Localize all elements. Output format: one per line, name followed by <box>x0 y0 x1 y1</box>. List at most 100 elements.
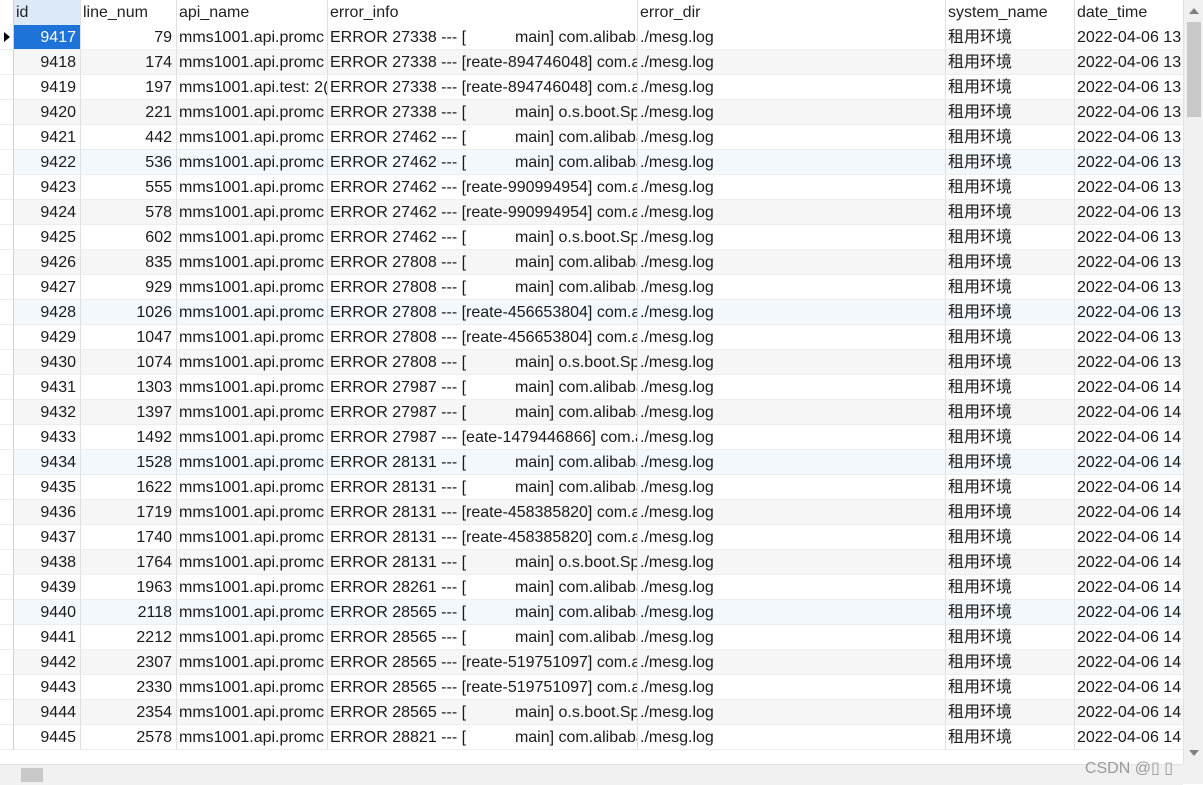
cell-id[interactable]: 9417 <box>14 25 81 50</box>
cell-error-dir[interactable]: ./mesg.log <box>638 475 946 500</box>
cell-error-info[interactable]: ERROR 28131 --- [ main] com.alibaba <box>328 475 638 500</box>
cell-api-name[interactable]: mms1001.api.promc <box>177 700 328 725</box>
cell-date-time[interactable]: 2022-04-06 14 <box>1075 500 1183 525</box>
table-row[interactable]: 9436 1719 mms1001.api.promc ERROR 28131 ---… <box>0 500 1183 525</box>
table-row[interactable]: 9418 174 mms1001.api.promc ERROR 27338 --- … <box>0 50 1183 75</box>
cell-date-time[interactable]: 2022-04-06 14 <box>1075 525 1183 550</box>
cell-error-info[interactable]: ERROR 27808 --- [ main] com.alibaba <box>328 250 638 275</box>
cell-date-time[interactable]: 2022-04-06 14 <box>1075 400 1183 425</box>
cell-error-dir[interactable]: ./mesg.log <box>638 100 946 125</box>
cell-id[interactable]: 9418 <box>14 50 81 75</box>
cell-system-name[interactable]: 租用环境 <box>946 125 1075 150</box>
cell-id[interactable]: 9444 <box>14 700 81 725</box>
table-row[interactable]: 9442 2307 mms1001.api.promc ERROR 28565 ---… <box>0 650 1183 675</box>
cell-id[interactable]: 9431 <box>14 375 81 400</box>
cell-line-num[interactable]: 1074 <box>81 350 177 375</box>
cell-system-name[interactable]: 租用环境 <box>946 425 1075 450</box>
cell-api-name[interactable]: mms1001.api.promc <box>177 250 328 275</box>
cell-api-name[interactable]: mms1001.api.promc <box>177 550 328 575</box>
cell-error-info[interactable]: ERROR 27808 --- [reate-456653804] com.a <box>328 300 638 325</box>
cell-api-name[interactable]: mms1001.api.promc <box>177 675 328 700</box>
cell-id[interactable]: 9445 <box>14 725 81 750</box>
horizontal-scroll-thumb[interactable] <box>21 768 43 782</box>
cell-id[interactable]: 9440 <box>14 600 81 625</box>
table-row[interactable]: 9445 2578 mms1001.api.promc ERROR 28821 ---… <box>0 725 1183 750</box>
column-header-error-dir[interactable]: error_dir <box>638 0 946 25</box>
cell-error-info[interactable]: ERROR 27808 --- [ main] com.alibaba <box>328 275 638 300</box>
cell-id[interactable]: 9425 <box>14 225 81 250</box>
cell-error-dir[interactable]: ./mesg.log <box>638 550 946 575</box>
cell-error-dir[interactable]: ./mesg.log <box>638 300 946 325</box>
cell-system-name[interactable]: 租用环境 <box>946 525 1075 550</box>
cell-system-name[interactable]: 租用环境 <box>946 500 1075 525</box>
table-row[interactable]: 9437 1740 mms1001.api.promc ERROR 28131 ---… <box>0 525 1183 550</box>
cell-date-time[interactable]: 2022-04-06 14 <box>1075 450 1183 475</box>
cell-error-info[interactable]: ERROR 27338 --- [ main] com.alibaba <box>328 25 638 50</box>
cell-line-num[interactable]: 1719 <box>81 500 177 525</box>
cell-error-dir[interactable]: ./mesg.log <box>638 575 946 600</box>
cell-system-name[interactable]: 租用环境 <box>946 100 1075 125</box>
row-indicator[interactable] <box>0 700 14 725</box>
cell-system-name[interactable]: 租用环境 <box>946 450 1075 475</box>
row-indicator[interactable] <box>0 525 14 550</box>
cell-error-dir[interactable]: ./mesg.log <box>638 200 946 225</box>
cell-api-name[interactable]: mms1001.api.promc <box>177 25 328 50</box>
row-indicator[interactable] <box>0 250 14 275</box>
cell-system-name[interactable]: 租用环境 <box>946 600 1075 625</box>
cell-date-time[interactable]: 2022-04-06 13 <box>1075 50 1183 75</box>
cell-error-info[interactable]: ERROR 27462 --- [reate-990994954] com.a <box>328 200 638 225</box>
cell-line-num[interactable]: 1528 <box>81 450 177 475</box>
cell-error-dir[interactable]: ./mesg.log <box>638 525 946 550</box>
cell-id[interactable]: 9436 <box>14 500 81 525</box>
cell-api-name[interactable]: mms1001.api.promc <box>177 600 328 625</box>
cell-date-time[interactable]: 2022-04-06 13 <box>1075 100 1183 125</box>
table-row[interactable]: 9434 1528 mms1001.api.promc ERROR 28131 ---… <box>0 450 1183 475</box>
cell-system-name[interactable]: 租用环境 <box>946 150 1075 175</box>
cell-error-dir[interactable]: ./mesg.log <box>638 25 946 50</box>
table-row[interactable]: 9427 929 mms1001.api.promc ERROR 27808 --- … <box>0 275 1183 300</box>
horizontal-scrollbar[interactable] <box>0 764 1183 785</box>
cell-id[interactable]: 9429 <box>14 325 81 350</box>
cell-api-name[interactable]: mms1001.api.promc <box>177 425 328 450</box>
cell-error-dir[interactable]: ./mesg.log <box>638 425 946 450</box>
row-indicator[interactable] <box>0 500 14 525</box>
column-header-line-num[interactable]: line_num <box>81 0 177 25</box>
cell-date-time[interactable]: 2022-04-06 14 <box>1075 550 1183 575</box>
cell-error-dir[interactable]: ./mesg.log <box>638 500 946 525</box>
cell-error-dir[interactable]: ./mesg.log <box>638 275 946 300</box>
cell-system-name[interactable]: 租用环境 <box>946 25 1075 50</box>
row-indicator[interactable] <box>0 100 14 125</box>
cell-system-name[interactable]: 租用环境 <box>946 300 1075 325</box>
cell-id[interactable]: 9439 <box>14 575 81 600</box>
cell-line-num[interactable]: 1764 <box>81 550 177 575</box>
row-indicator[interactable] <box>0 350 14 375</box>
cell-error-info[interactable]: ERROR 27338 --- [reate-894746048] com.a <box>328 50 638 75</box>
cell-error-info[interactable]: ERROR 28565 --- [ main] com.alibaba <box>328 625 638 650</box>
scroll-down-arrow-icon[interactable] <box>1189 750 1199 756</box>
cell-system-name[interactable]: 租用环境 <box>946 50 1075 75</box>
table-row[interactable]: 9438 1764 mms1001.api.promc ERROR 28131 ---… <box>0 550 1183 575</box>
row-indicator[interactable] <box>0 650 14 675</box>
cell-line-num[interactable]: 2118 <box>81 600 177 625</box>
cell-id[interactable]: 9420 <box>14 100 81 125</box>
cell-id[interactable]: 9437 <box>14 525 81 550</box>
row-indicator[interactable] <box>0 625 14 650</box>
cell-date-time[interactable]: 2022-04-06 13 <box>1075 225 1183 250</box>
cell-api-name[interactable]: mms1001.api.promc <box>177 175 328 200</box>
cell-error-info[interactable]: ERROR 27338 --- [ main] o.s.boot.Spr <box>328 100 638 125</box>
cell-error-dir[interactable]: ./mesg.log <box>638 725 946 750</box>
row-indicator[interactable] <box>0 575 14 600</box>
cell-api-name[interactable]: mms1001.api.promc <box>177 225 328 250</box>
cell-date-time[interactable]: 2022-04-06 13 <box>1075 75 1183 100</box>
cell-id[interactable]: 9432 <box>14 400 81 425</box>
cell-error-dir[interactable]: ./mesg.log <box>638 175 946 200</box>
cell-api-name[interactable]: mms1001.api.promc <box>177 625 328 650</box>
cell-api-name[interactable]: mms1001.api.promc <box>177 650 328 675</box>
cell-line-num[interactable]: 1047 <box>81 325 177 350</box>
cell-system-name[interactable]: 租用环境 <box>946 175 1075 200</box>
cell-error-info[interactable]: ERROR 28821 --- [ main] com.alibaba <box>328 725 638 750</box>
cell-date-time[interactable]: 2022-04-06 14 <box>1075 625 1183 650</box>
cell-api-name[interactable]: mms1001.api.promc <box>177 50 328 75</box>
cell-error-dir[interactable]: ./mesg.log <box>638 375 946 400</box>
cell-error-info[interactable]: ERROR 27338 --- [reate-894746048] com.a <box>328 75 638 100</box>
